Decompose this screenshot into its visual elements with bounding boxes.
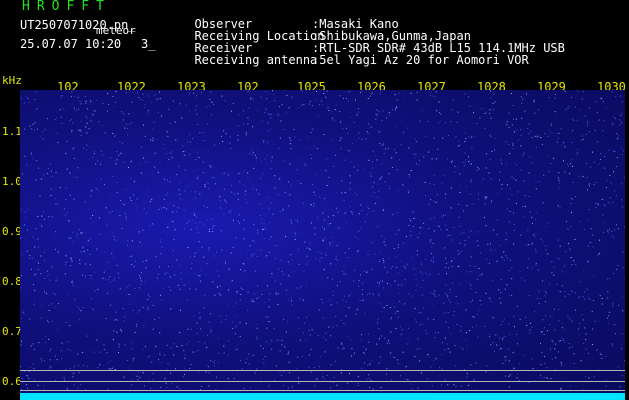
- app-title: HROFFT: [22, 0, 111, 14]
- reference-line: [20, 370, 625, 371]
- y-tick-label: 1.1: [2, 125, 22, 138]
- y-tick-label: 1.0: [2, 175, 22, 188]
- mode-label: meteor: [96, 24, 136, 37]
- y-tick-label: 0.7: [2, 325, 22, 338]
- waterfall-spectrogram: [20, 90, 625, 396]
- meta-label: Receiving antenna: [194, 53, 318, 67]
- count-label: 3_: [141, 37, 156, 51]
- meta-value: :5el Yagi Az 20 for Aomori VOR: [312, 53, 529, 67]
- y-tick-label: 0.8: [2, 275, 22, 288]
- y-tick-label: 0.9: [2, 225, 22, 238]
- signal-floor-bar: [20, 393, 625, 400]
- y-tick-label: 0.6: [2, 375, 22, 388]
- waterfall-noise: [20, 90, 625, 391]
- y-unit-label: kHz: [2, 74, 22, 87]
- reference-line: [20, 381, 625, 382]
- meta-antenna: Receiving antenna:5el Yagi Az 20 for Aom…: [180, 42, 528, 67]
- datetime-label: 25.07.07 10:20: [20, 37, 122, 51]
- reference-line: [20, 390, 625, 391]
